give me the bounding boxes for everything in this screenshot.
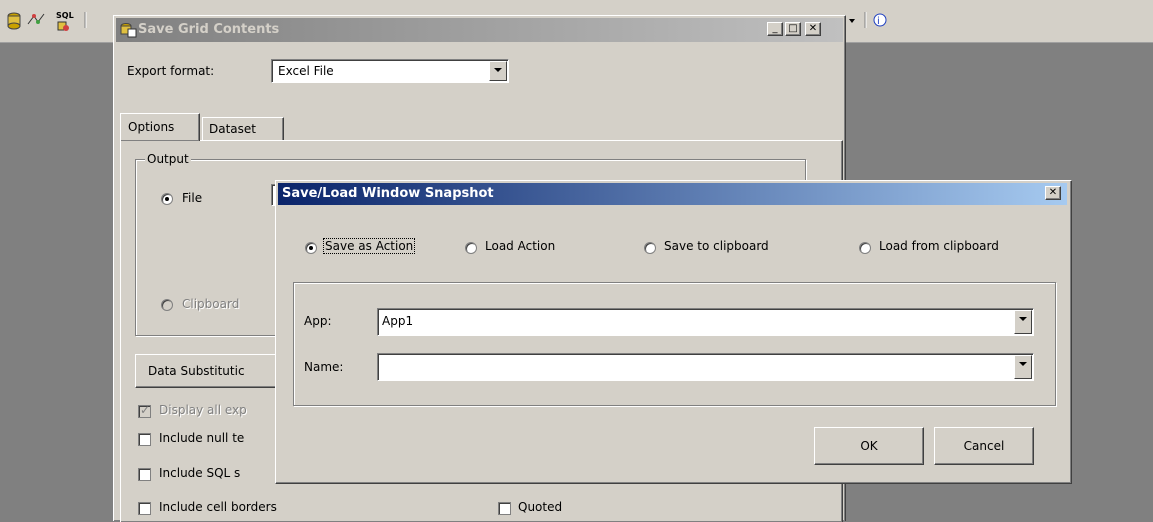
snapshot-close-button[interactable]: ✕ bbox=[1045, 186, 1061, 200]
include-borders-checkbox[interactable] bbox=[138, 502, 151, 515]
include-sql-label[interactable]: Include SQL s bbox=[159, 466, 240, 480]
svg-text:i: i bbox=[877, 16, 880, 27]
include-null-checkbox[interactable] bbox=[138, 433, 151, 446]
ok-button-label: OK bbox=[860, 439, 878, 453]
chevron-down-icon[interactable] bbox=[1014, 355, 1032, 379]
save-as-action-label[interactable]: Save as Action bbox=[322, 238, 416, 254]
close-button[interactable]: ✕ bbox=[805, 22, 821, 36]
include-borders-label[interactable]: Include cell borders bbox=[159, 500, 277, 514]
ok-button[interactable]: OK bbox=[814, 427, 924, 465]
tab-options[interactable]: Options bbox=[120, 113, 200, 141]
chevron-down-icon[interactable] bbox=[1014, 310, 1032, 334]
sql-icon[interactable]: SQL bbox=[52, 11, 74, 32]
load-from-clipboard-radio[interactable] bbox=[859, 242, 871, 254]
snapshot-title: Save/Load Window Snapshot bbox=[282, 186, 494, 201]
export-format-value: Excel File bbox=[278, 64, 334, 78]
app-window-icon bbox=[119, 22, 137, 41]
snapshot-fields-group bbox=[293, 282, 1056, 406]
database-icon[interactable] bbox=[4, 12, 24, 32]
app-combobox[interactable]: App1 bbox=[377, 308, 1034, 336]
file-radio-label[interactable]: File bbox=[182, 191, 202, 205]
file-radio[interactable] bbox=[161, 193, 173, 205]
load-action-label[interactable]: Load Action bbox=[485, 239, 555, 253]
help-icon[interactable]: i bbox=[870, 12, 890, 32]
display-all-checkbox[interactable] bbox=[138, 403, 151, 418]
toolbar-separator-icon bbox=[76, 12, 96, 32]
explain-plan-icon[interactable] bbox=[26, 12, 46, 32]
save-to-clipboard-radio[interactable] bbox=[644, 242, 656, 254]
maximize-button[interactable]: □ bbox=[785, 22, 801, 36]
export-format-label: Export format: bbox=[127, 64, 215, 78]
app-value: App1 bbox=[382, 314, 414, 328]
load-from-clipboard-label[interactable]: Load from clipboard bbox=[879, 239, 999, 253]
tab-options-label: Options bbox=[128, 120, 175, 134]
save-grid-title-bar[interactable]: Save Grid Contents _ □ ✕ bbox=[116, 18, 843, 42]
tab-dataset[interactable]: Dataset bbox=[202, 117, 284, 141]
export-format-select[interactable]: Excel File bbox=[271, 59, 509, 83]
include-sql-checkbox[interactable] bbox=[138, 468, 151, 481]
data-substitution-label: Data Substitutic bbox=[148, 364, 245, 378]
quoted-checkbox[interactable] bbox=[498, 502, 511, 515]
load-action-radio[interactable] bbox=[465, 242, 477, 254]
app-label: App: bbox=[304, 314, 332, 328]
clipboard-radio-label[interactable]: Clipboard bbox=[182, 297, 239, 311]
save-to-clipboard-label[interactable]: Save to clipboard bbox=[664, 239, 769, 253]
save-as-action-radio[interactable] bbox=[305, 242, 317, 254]
cancel-button[interactable]: Cancel bbox=[934, 427, 1034, 465]
include-null-label[interactable]: Include null te bbox=[159, 431, 244, 445]
display-all-label[interactable]: Display all exp bbox=[159, 403, 247, 417]
cancel-button-label: Cancel bbox=[963, 439, 1005, 453]
output-group-label: Output bbox=[145, 152, 191, 166]
data-substitution-button[interactable]: Data Substitutic bbox=[135, 354, 295, 388]
snapshot-dialog: Save/Load Window Snapshot ✕ Save as Acti… bbox=[275, 180, 1072, 484]
quoted-label[interactable]: Quoted bbox=[518, 500, 562, 514]
tab-dataset-label: Dataset bbox=[209, 122, 256, 136]
clipboard-radio[interactable] bbox=[161, 299, 173, 311]
save-grid-title: Save Grid Contents bbox=[138, 22, 280, 37]
chevron-down-icon[interactable] bbox=[489, 61, 507, 81]
snapshot-title-bar[interactable]: Save/Load Window Snapshot ✕ bbox=[278, 183, 1067, 205]
name-combobox[interactable] bbox=[377, 353, 1034, 381]
name-label: Name: bbox=[304, 360, 344, 374]
minimize-button[interactable]: _ bbox=[767, 22, 783, 36]
